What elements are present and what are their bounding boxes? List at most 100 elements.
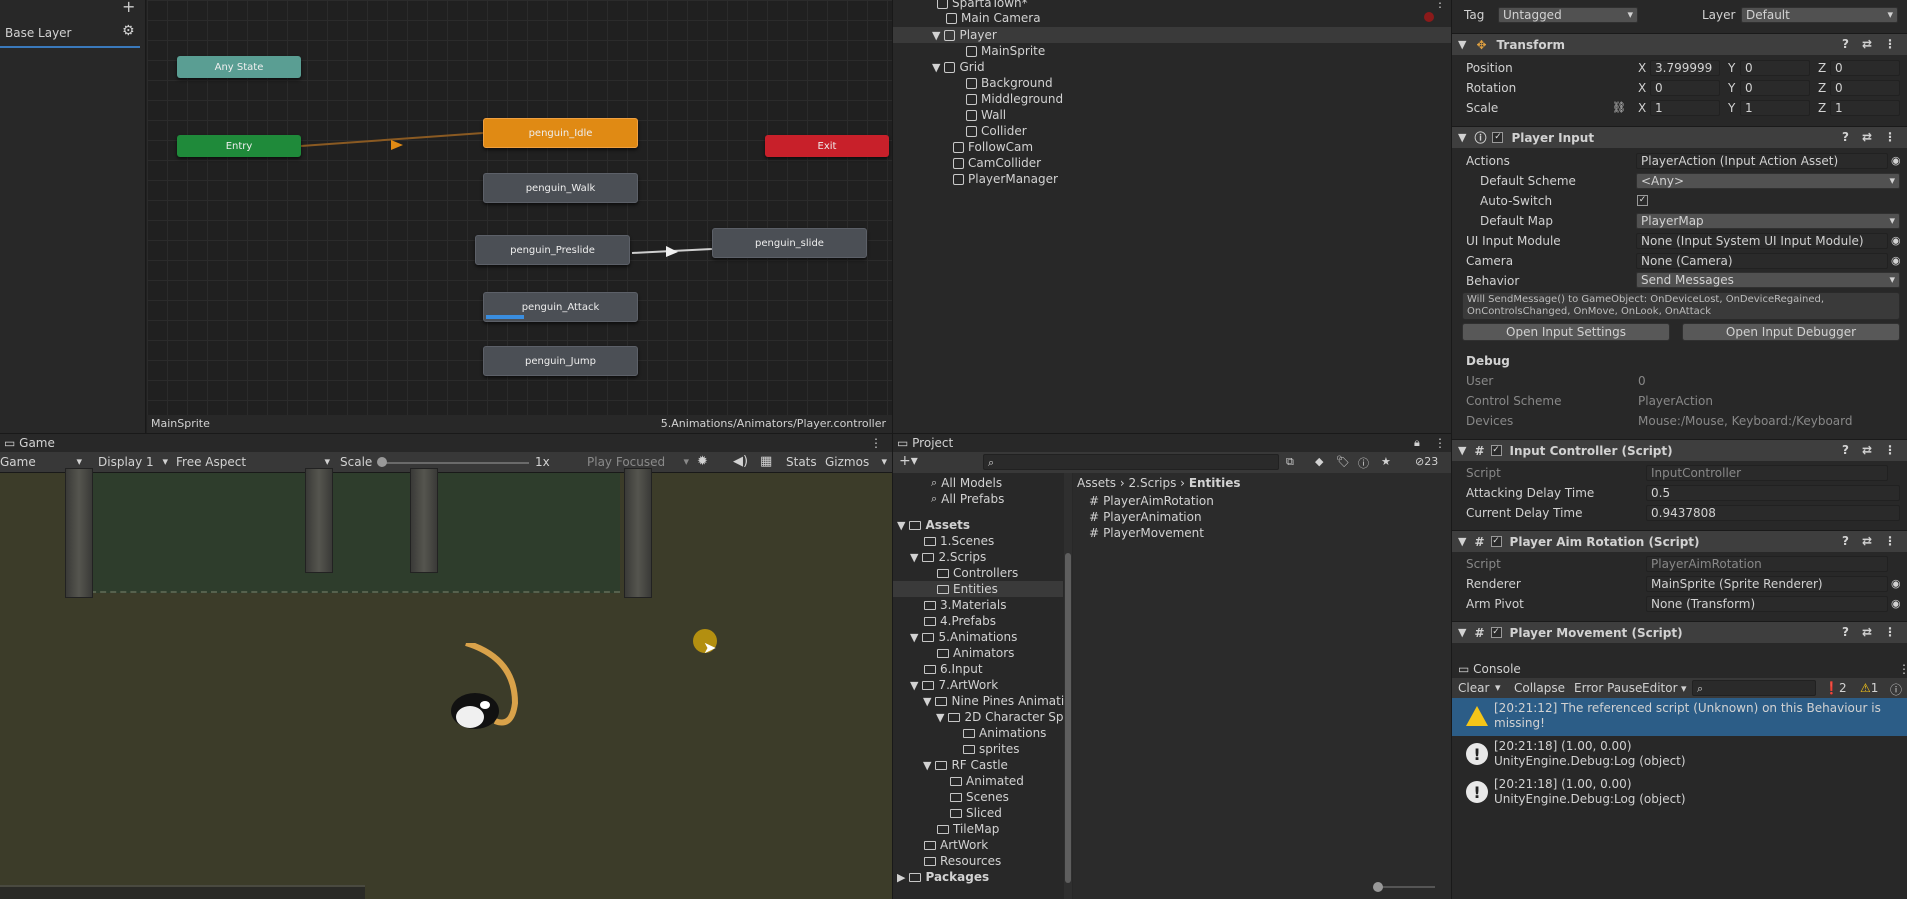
- collapse-button[interactable]: Collapse: [1514, 681, 1565, 695]
- error-pause-button[interactable]: Error Pause: [1574, 681, 1642, 695]
- star-icon[interactable]: ★: [1381, 455, 1391, 468]
- warning-toggle[interactable]: ⚠1: [1860, 681, 1878, 695]
- help-icon[interactable]: ?: [1842, 534, 1849, 548]
- scale-slider-handle[interactable]: [377, 457, 387, 467]
- animator-graph[interactable]: Any State Entry Exit penguin_Idle pengui…: [147, 0, 892, 415]
- object-picker-icon[interactable]: ◉: [1891, 154, 1901, 167]
- game-viewport[interactable]: ➤: [0, 468, 892, 899]
- tab-console[interactable]: ▭ Console: [1458, 662, 1521, 676]
- tree-item[interactable]: ArtWork: [924, 837, 988, 853]
- audio-icon[interactable]: ◀): [733, 454, 748, 469]
- scrollbar-thumb[interactable]: [1065, 553, 1071, 883]
- link-icon[interactable]: ⛓: [1612, 101, 1626, 114]
- tree-item[interactable]: TileMap: [937, 821, 999, 837]
- state-exit[interactable]: Exit: [765, 135, 889, 157]
- tree-item[interactable]: 1.Scenes: [924, 533, 994, 549]
- preset-icon[interactable]: ⇄: [1862, 534, 1872, 548]
- tree-item[interactable]: ▼ Assets: [897, 517, 970, 533]
- actions-field[interactable]: PlayerAction (Input Action Asset): [1636, 153, 1888, 169]
- foldout-icon[interactable]: ▼: [936, 711, 944, 724]
- more-icon[interactable]: ⋮: [1898, 662, 1907, 676]
- scale-y-field[interactable]: 1: [1740, 100, 1810, 116]
- error-toggle[interactable]: ⓘ: [1890, 681, 1902, 698]
- tree-item[interactable]: ▼ 7.ArtWork: [910, 677, 998, 693]
- scale-z-field[interactable]: 1: [1830, 100, 1900, 116]
- position-y-field[interactable]: 0: [1740, 60, 1810, 76]
- hierarchy-item[interactable]: PlayerManager: [953, 171, 1058, 187]
- console-search-input[interactable]: ⌕: [1692, 680, 1816, 696]
- more-icon[interactable]: ⋮: [1884, 534, 1896, 548]
- camera-field[interactable]: None (Camera): [1636, 253, 1888, 269]
- tab-project[interactable]: ▭ Project: [897, 436, 953, 450]
- foldout-icon[interactable]: ▼: [932, 61, 940, 74]
- tree-item[interactable]: Scenes: [950, 789, 1009, 805]
- foldout-icon[interactable]: ▼: [910, 551, 918, 564]
- filter-type-icon[interactable]: ⧉: [1286, 455, 1294, 469]
- aspect-dropdown[interactable]: Free Aspect ▾: [176, 455, 332, 469]
- state-jump[interactable]: penguin_Jump: [483, 346, 638, 376]
- hierarchy-item[interactable]: Background: [966, 75, 1053, 91]
- foldout-icon[interactable]: ▼: [1458, 535, 1466, 548]
- gear-icon[interactable]: ⚙: [122, 23, 135, 39]
- hidden-count-icon[interactable]: ⊘23: [1415, 455, 1438, 468]
- object-picker-icon[interactable]: ◉: [1891, 597, 1901, 610]
- tree-item[interactable]: ▼ RF Castle: [923, 757, 1008, 773]
- preset-icon[interactable]: ⇄: [1862, 130, 1872, 144]
- foldout-icon[interactable]: ▼: [897, 519, 905, 532]
- tree-item[interactable]: Animations: [963, 725, 1046, 741]
- player-input-header[interactable]: ▼ ⓘ ✓ Player Input ? ⇄ ⋮: [1452, 126, 1907, 148]
- foldout-icon[interactable]: ▼: [923, 759, 931, 772]
- current-delay-field[interactable]: 0.9437808: [1646, 505, 1900, 521]
- hierarchy-item[interactable]: Collider: [966, 123, 1027, 139]
- renderer-field[interactable]: MainSprite (Sprite Renderer): [1646, 576, 1888, 592]
- tree-item[interactable]: ▼ Nine Pines Animatic: [923, 693, 1071, 709]
- favorite-item[interactable]: ⌕ All Prefabs: [931, 491, 1004, 507]
- foldout-icon[interactable]: ▶: [897, 871, 905, 884]
- transform-header[interactable]: ▼ ✥ Transform ? ⇄ ⋮: [1452, 33, 1907, 55]
- info-filter-icon[interactable]: ⓘ: [1358, 455, 1369, 471]
- icon-size-slider-handle[interactable]: [1373, 882, 1383, 892]
- enabled-checkbox[interactable]: ✓: [1490, 445, 1502, 456]
- hierarchy-item[interactable]: Wall: [966, 107, 1006, 123]
- enabled-checkbox[interactable]: ✓: [1492, 132, 1504, 143]
- asset-item[interactable]: # PlayerAnimation: [1089, 509, 1202, 525]
- rotation-y-field[interactable]: 0: [1740, 80, 1810, 96]
- help-icon[interactable]: ?: [1842, 130, 1849, 144]
- tree-item[interactable]: ▼ 2.Scrips: [910, 549, 986, 565]
- ui-module-field[interactable]: None (Input System UI Input Module): [1636, 233, 1888, 249]
- tab-game[interactable]: ▭ Game: [4, 436, 55, 450]
- favorite-item[interactable]: ⌕ All Models: [931, 475, 1002, 491]
- default-map-dropdown[interactable]: PlayerMap ▾: [1636, 213, 1900, 229]
- rotation-x-field[interactable]: 0: [1650, 80, 1720, 96]
- game-mode-dropdown[interactable]: Game ▾: [0, 455, 84, 469]
- object-picker-icon[interactable]: ◉: [1891, 254, 1901, 267]
- default-scheme-dropdown[interactable]: <Any> ▾: [1636, 173, 1900, 189]
- hierarchy-item[interactable]: Main Camera: [946, 10, 1041, 26]
- tree-item[interactable]: Resources: [924, 853, 1001, 869]
- tree-scrollbar[interactable]: [1064, 473, 1072, 899]
- tree-item[interactable]: Animators: [937, 645, 1014, 661]
- filter-label-icon[interactable]: ◆: [1315, 455, 1323, 468]
- tree-item[interactable]: Animated: [950, 773, 1024, 789]
- more-icon[interactable]: ⋮: [1434, 0, 1446, 10]
- gizmos-dropdown[interactable]: Gizmos ▾: [825, 455, 887, 469]
- add-icon[interactable]: +▾: [899, 453, 918, 469]
- foldout-icon[interactable]: ▼: [932, 29, 940, 42]
- position-z-field[interactable]: 0: [1830, 60, 1900, 76]
- breadcrumb-item[interactable]: Assets: [1077, 476, 1116, 490]
- hierarchy-item[interactable]: ▼ Grid: [932, 59, 985, 75]
- tag-icon[interactable]: 🏷︎: [1336, 455, 1350, 468]
- enabled-checkbox[interactable]: ✓: [1490, 627, 1502, 638]
- help-icon[interactable]: ?: [1842, 443, 1849, 457]
- tag-dropdown[interactable]: Untagged ▾: [1498, 7, 1638, 23]
- auto-switch-checkbox[interactable]: ✓: [1637, 195, 1648, 206]
- foldout-icon[interactable]: ▼: [1458, 38, 1466, 51]
- breadcrumb-item[interactable]: 2.Scrips: [1129, 476, 1177, 490]
- foldout-icon[interactable]: ▼: [1458, 444, 1466, 457]
- state-slide[interactable]: penguin_slide: [712, 228, 867, 258]
- state-preslide[interactable]: penguin_Preslide: [475, 235, 630, 265]
- info-toggle[interactable]: ❗2: [1824, 681, 1847, 695]
- add-layer-icon[interactable]: +: [122, 0, 135, 16]
- lock-icon[interactable]: 🔒︎: [1414, 436, 1420, 450]
- object-picker-icon[interactable]: ◉: [1891, 577, 1901, 590]
